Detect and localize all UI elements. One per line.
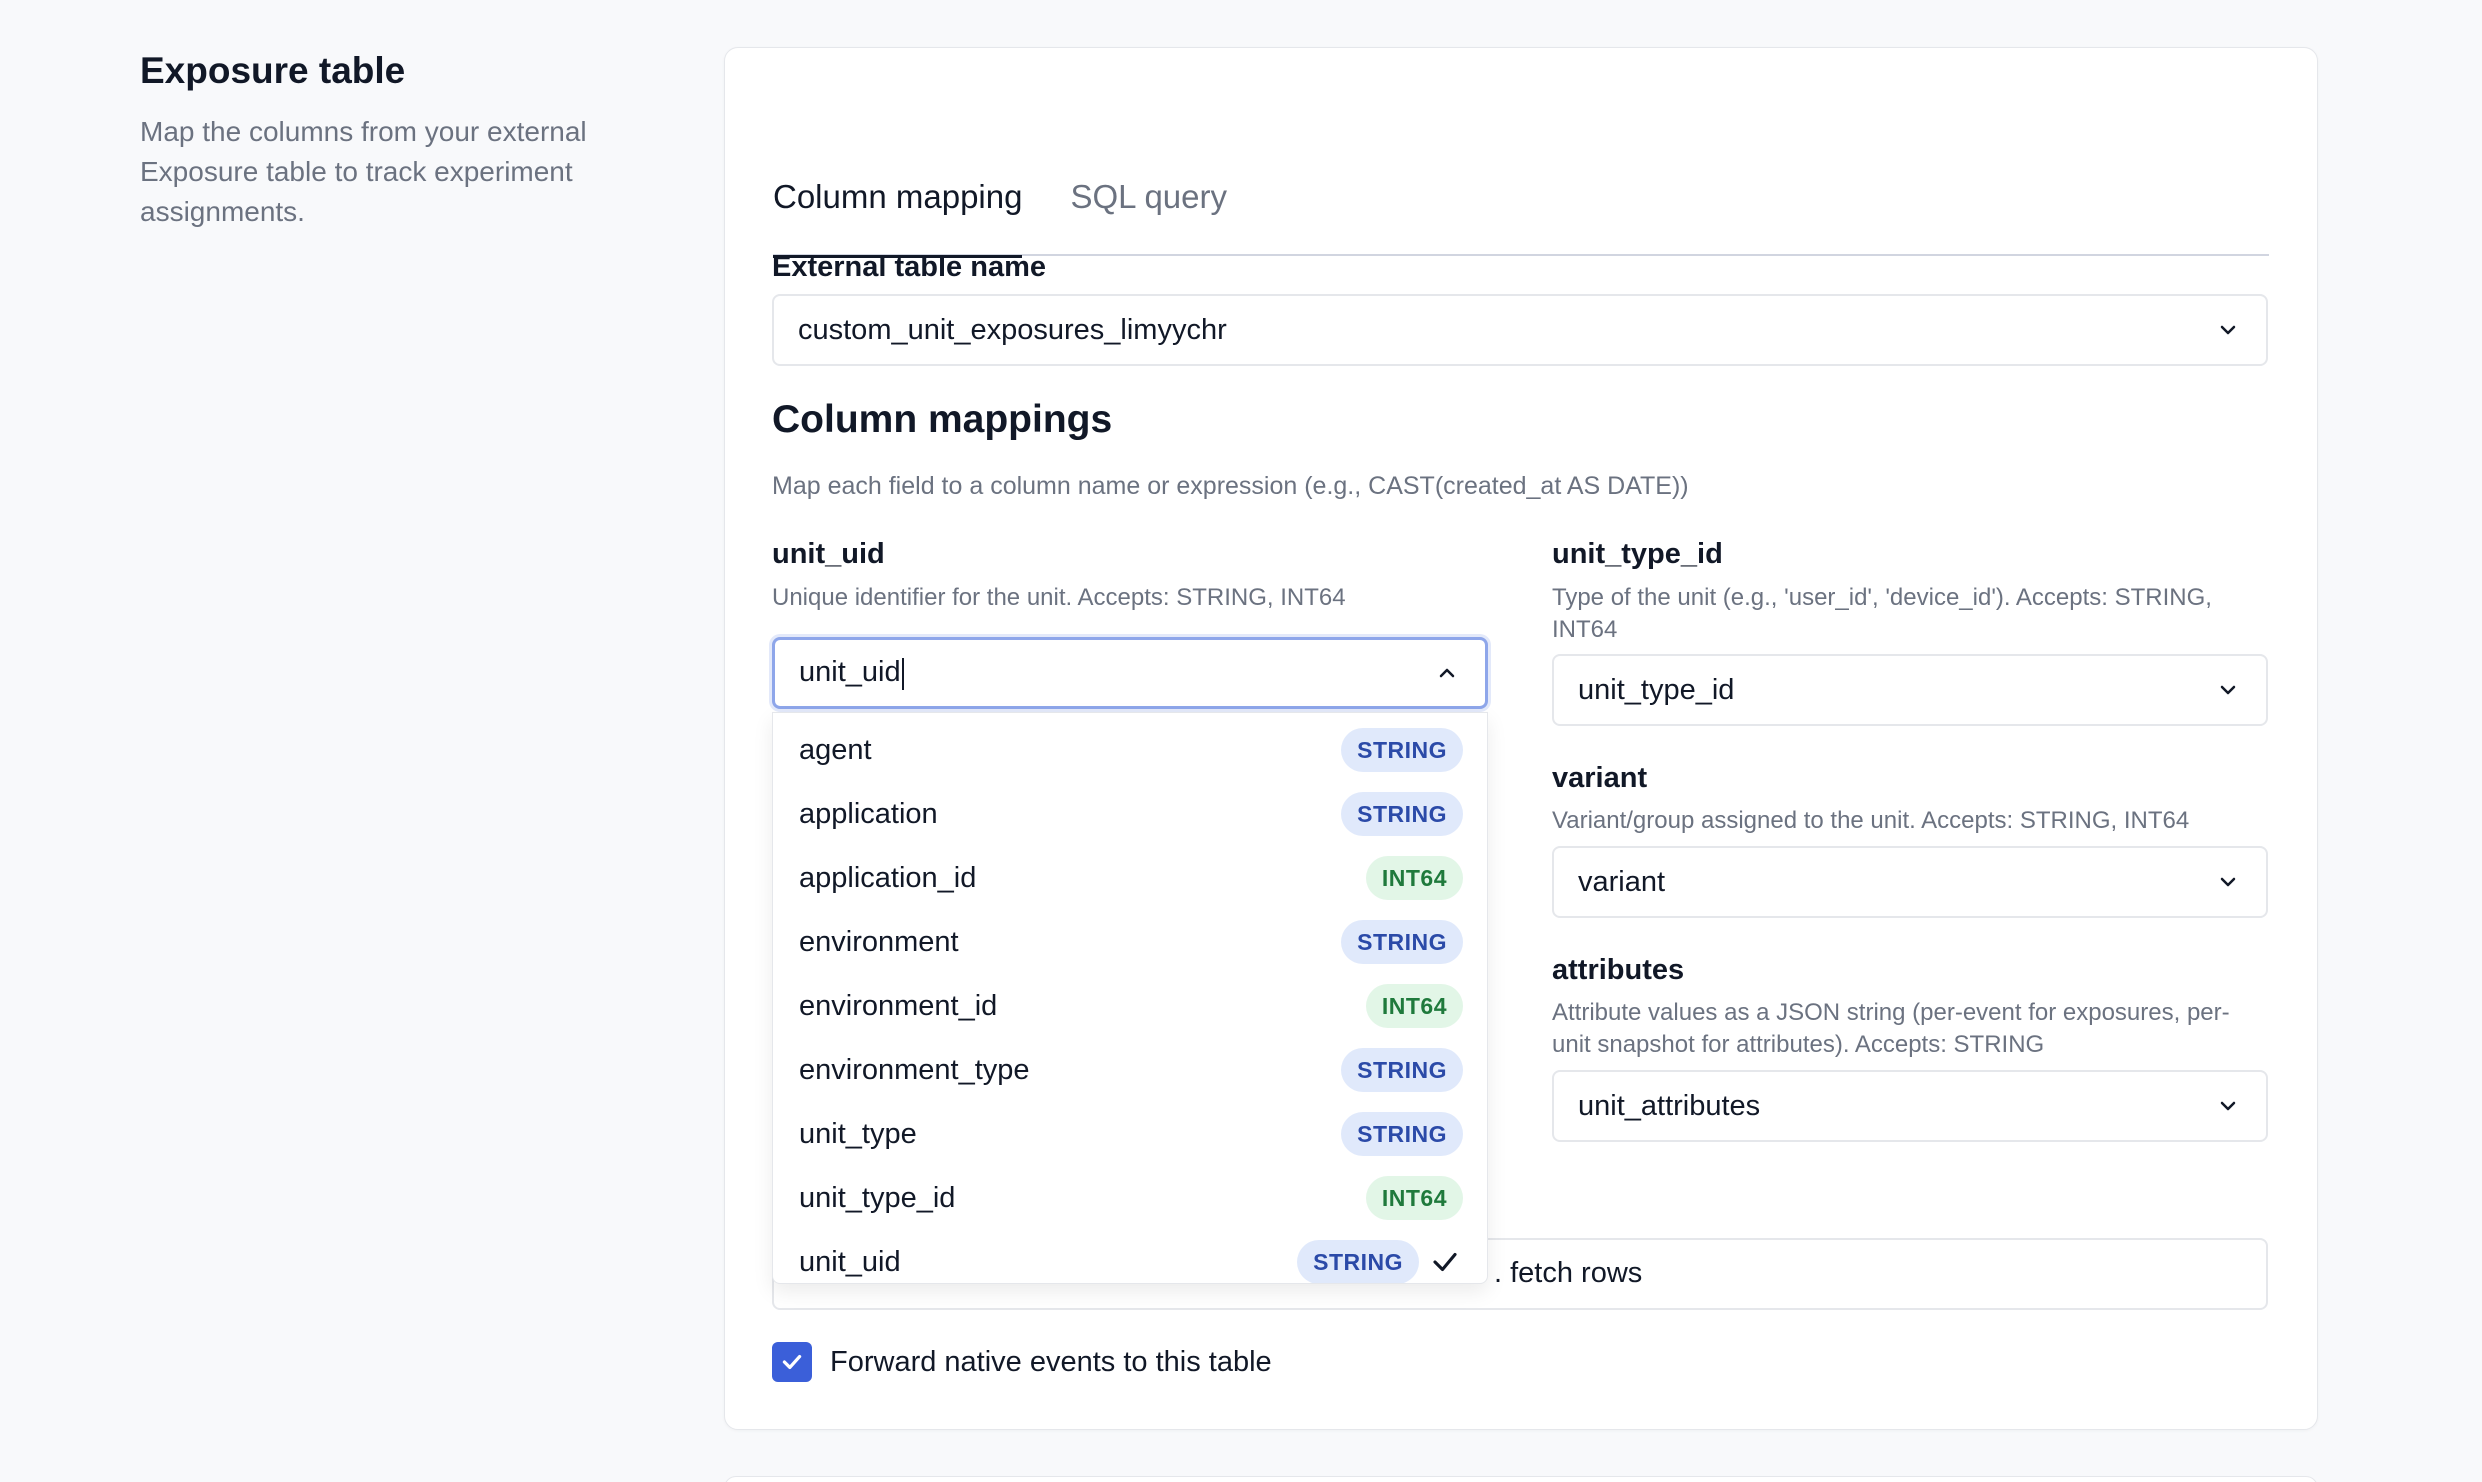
- type-badge: STRING: [1297, 1240, 1419, 1283]
- unit-uid-select[interactable]: unit_uid: [772, 637, 1488, 709]
- tab-column-mapping[interactable]: Column mapping: [773, 128, 1023, 258]
- type-badge: STRING: [1341, 1048, 1463, 1092]
- column-mappings-description: Map each field to a column name or expre…: [772, 472, 1689, 500]
- chevron-down-icon: [2214, 1092, 2242, 1120]
- attributes-select[interactable]: unit_attributes: [1552, 1070, 2268, 1142]
- tab-sql-query[interactable]: SQL query: [1070, 128, 1227, 256]
- variant-help: Variant/group assigned to the unit. Acce…: [1552, 807, 2190, 834]
- type-badge: INT64: [1365, 856, 1463, 900]
- chevron-down-icon: [2214, 316, 2242, 344]
- dropdown-option-environment[interactable]: environment STRING: [773, 910, 1487, 974]
- external-table-value: custom_unit_exposures_limyychr: [798, 313, 1227, 346]
- chevron-up-icon: [1433, 659, 1461, 687]
- external-table-select[interactable]: custom_unit_exposures_limyychr: [772, 294, 2268, 366]
- dropdown-option-unit-type[interactable]: unit_type STRING: [773, 1102, 1487, 1166]
- unit-uid-help: Unique identifier for the unit. Accepts:…: [772, 584, 1346, 611]
- unit-type-id-help: Type of the unit (e.g., 'user_id', 'devi…: [1552, 584, 2212, 643]
- attributes-label: attributes: [1552, 954, 1685, 986]
- unit-type-id-select[interactable]: unit_type_id: [1552, 654, 2268, 726]
- type-badge: STRING: [1341, 1112, 1463, 1156]
- unit-type-id-value: unit_type_id: [1578, 673, 1735, 706]
- tab-bar: Column mapping SQL query: [773, 128, 2269, 258]
- forward-events-row[interactable]: Forward native events to this table: [772, 1342, 1272, 1382]
- type-badge: STRING: [1341, 728, 1463, 772]
- check-icon: [1427, 1244, 1463, 1280]
- column-mappings-title: Column mappings: [772, 398, 1113, 441]
- type-badge: INT64: [1365, 984, 1463, 1028]
- unit-uid-dropdown: agent STRING application STRING applicat…: [772, 712, 1488, 1284]
- type-badge: STRING: [1341, 920, 1463, 964]
- external-table-label: External table name: [772, 251, 1046, 283]
- section-title: Exposure table: [140, 50, 406, 91]
- dropdown-option-environment-id[interactable]: environment_id INT64: [773, 974, 1487, 1038]
- attributes-value: unit_attributes: [1578, 1089, 1761, 1122]
- dropdown-option-unit-type-id[interactable]: unit_type_id INT64: [773, 1166, 1487, 1230]
- chevron-down-icon: [2214, 868, 2242, 896]
- next-card: [724, 1476, 2318, 1482]
- fetch-rows-label: . fetch rows: [1494, 1257, 1643, 1289]
- type-badge: STRING: [1341, 792, 1463, 836]
- variant-label: variant: [1552, 762, 1648, 794]
- unit-uid-input[interactable]: unit_uid: [799, 656, 1433, 690]
- dropdown-option-environment-type[interactable]: environment_type STRING: [773, 1038, 1487, 1102]
- forward-events-checkbox[interactable]: [772, 1342, 812, 1382]
- attributes-help: Attribute values as a JSON string (per-e…: [1552, 999, 2230, 1058]
- unit-type-id-label: unit_type_id: [1552, 538, 1723, 570]
- dropdown-option-application[interactable]: application STRING: [773, 782, 1487, 846]
- unit-uid-label: unit_uid: [772, 538, 885, 570]
- chevron-down-icon: [2214, 676, 2242, 704]
- dropdown-option-unit-uid[interactable]: unit_uid STRING: [773, 1230, 1487, 1283]
- forward-events-label: Forward native events to this table: [830, 1345, 1272, 1378]
- type-badge: INT64: [1365, 1176, 1463, 1220]
- dropdown-option-application-id[interactable]: application_id INT64: [773, 846, 1487, 910]
- variant-select[interactable]: variant: [1552, 846, 2268, 918]
- variant-value: variant: [1578, 865, 1666, 898]
- dropdown-option-agent[interactable]: agent STRING: [773, 718, 1487, 782]
- check-icon: [782, 1354, 802, 1370]
- section-description: Map the columns from your external Expos…: [140, 116, 587, 227]
